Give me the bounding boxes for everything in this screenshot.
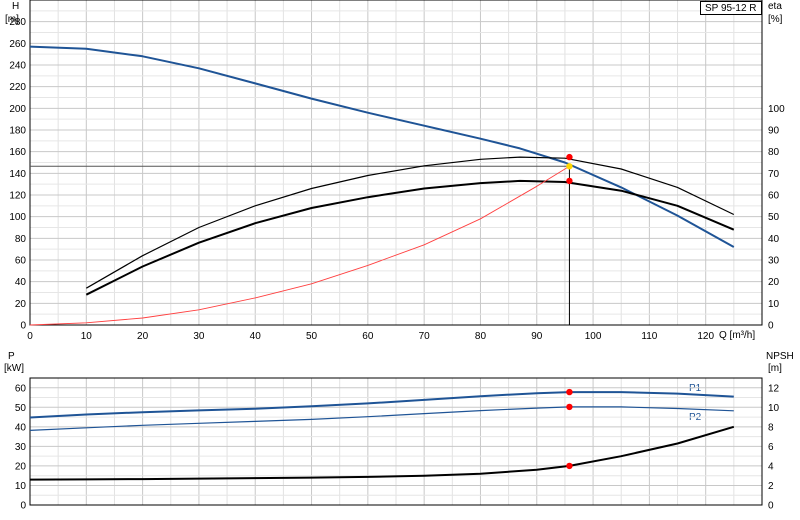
top-left-tick-label: 240 [9, 61, 26, 72]
npsh-axis-label: NPSH [766, 351, 794, 362]
top-left-tick-label: 220 [9, 82, 26, 93]
top-left-tick-label: 20 [15, 299, 27, 310]
operating-point-marker [566, 388, 573, 396]
x-tick-label: 80 [475, 331, 487, 342]
power-axis-label-p: P [8, 351, 15, 362]
top-right-tick-label: 10 [768, 299, 780, 310]
x-tick-label: 50 [306, 331, 318, 342]
x-tick-label: 110 [641, 331, 657, 342]
bottom-left-tick-label: 20 [15, 461, 27, 472]
top-left-tick-label: 140 [9, 169, 26, 180]
pump-performance-chart: H [m] eta [%] Q [m³/h] P [kW] NPSH [m] P… [4, 0, 794, 512]
top-right-tick-label: 70 [768, 169, 780, 180]
bottom-right-tick-label: 10 [768, 403, 780, 414]
operating-point-marker [566, 153, 573, 161]
npsh-curve [29, 425, 735, 481]
bottom-left-tick-label: 0 [20, 501, 26, 512]
p1-curve [29, 391, 734, 419]
x-tick-label: 20 [137, 331, 149, 342]
top-left-tick-label: 260 [9, 39, 26, 50]
eta-axis-label: eta [768, 1, 782, 12]
bottom-left-tick-label: 40 [15, 422, 27, 433]
x-tick-label: 30 [193, 331, 205, 342]
eta-axis-label-unit: [%] [768, 14, 783, 25]
x-tick-label: 70 [419, 331, 431, 342]
x-tick-label: 60 [362, 331, 374, 342]
bottom-left-tick-label: 30 [15, 442, 27, 453]
bottom-right-tick-label: 4 [768, 461, 774, 472]
model-label: SP 95-12 R [700, 1, 762, 15]
top-left-tick-label: 60 [15, 256, 27, 267]
top-right-tick-label: 50 [768, 212, 780, 223]
top-right-tick-label: 0 [768, 321, 774, 332]
flow-axis-label: Q [m³/h] [719, 330, 755, 341]
operating-point-marker [566, 403, 573, 411]
system-curve-curve [29, 165, 570, 326]
bottom-right-tick-label: 8 [768, 422, 774, 433]
top-left-tick-label: 120 [9, 191, 26, 202]
npsh-axis-label-unit: [m] [768, 363, 782, 374]
top-right-tick-label: 90 [768, 126, 780, 137]
bottom-right-tick-label: 2 [768, 481, 774, 492]
x-tick-label: 90 [531, 331, 543, 342]
efficiency-2-curve [86, 156, 735, 289]
top-right-tick-label: 60 [768, 191, 780, 202]
x-tick-label: 10 [81, 331, 93, 342]
top-left-tick-label: 0 [20, 321, 26, 332]
series-label-p1: P1 [689, 383, 702, 394]
head-axis-label-h: H [12, 1, 19, 12]
top-left-tick-label: 280 [9, 17, 26, 28]
top-right-tick-label: 80 [768, 147, 780, 158]
bottom-right-tick-label: 12 [768, 383, 780, 394]
efficiency-curve [85, 179, 735, 296]
top-left-tick-label: 180 [9, 126, 26, 137]
x-tick-label: 40 [250, 331, 262, 342]
bottom-left-tick-label: 10 [15, 481, 27, 492]
x-tick-label: 120 [697, 331, 714, 342]
top-right-tick-label: 20 [768, 277, 780, 288]
bottom-left-tick-label: 60 [15, 383, 27, 394]
x-tick-label: 0 [27, 331, 33, 342]
bottom-right-tick-label: 0 [768, 501, 774, 512]
bottom-right-tick-label: 6 [768, 442, 774, 453]
operating-point-marker [566, 163, 573, 170]
top-left-tick-label: 40 [15, 277, 27, 288]
top-left-tick-label: 100 [9, 212, 26, 223]
operating-point-marker [566, 177, 573, 185]
top-right-tick-label: 40 [768, 234, 780, 245]
operating-point-marker [566, 462, 573, 470]
top-left-tick-label: 80 [15, 234, 27, 245]
x-tick-label: 100 [585, 331, 602, 342]
top-left-tick-label: 160 [9, 147, 26, 158]
top-left-tick-label: 200 [9, 104, 26, 115]
top-right-tick-label: 30 [768, 256, 780, 267]
bottom-left-tick-label: 50 [15, 403, 27, 414]
top-right-tick-label: 100 [768, 104, 785, 115]
power-axis-label-unit: [kW] [4, 363, 24, 374]
